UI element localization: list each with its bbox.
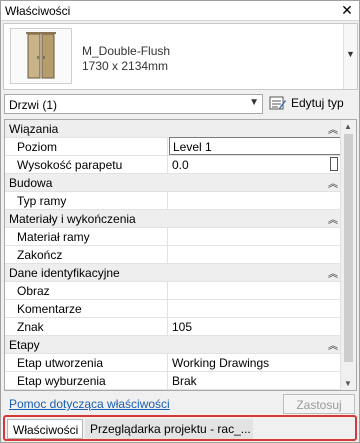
property-name: Etap wyburzenia [5, 372, 168, 389]
property-name: Typ ramy [5, 192, 168, 209]
instance-row: Drzwi (1) ▼ Edytuj typ [4, 94, 359, 116]
property-name: Znak [5, 318, 168, 335]
property-name: Zakończ [5, 246, 168, 263]
group-label: Wiązania [9, 122, 59, 136]
property-row-etap-utworzenia[interactable]: Etap utworzenia Working Drawings [5, 354, 341, 372]
group-header-materialy[interactable]: Materiały i wykończenia ︽ [5, 210, 341, 228]
tab-properties[interactable]: Właściwości [7, 419, 83, 439]
instance-filter-value: Drzwi (1) [9, 98, 57, 112]
value-edit-handle[interactable] [330, 157, 338, 171]
chevron-down-icon: ▼ [346, 49, 355, 59]
collapse-icon[interactable]: ︽ [328, 211, 338, 226]
property-name: Wysokość parapetu [5, 156, 168, 173]
type-family-name: M_Double-Flush [82, 44, 171, 58]
edit-type-icon [269, 96, 286, 110]
property-value-input[interactable]: Working Drawings [169, 354, 341, 371]
chevron-down-icon: ▼ [249, 97, 259, 108]
type-size: 1730 x 2134mm [82, 59, 169, 73]
collapse-icon[interactable]: ︽ [328, 337, 338, 352]
property-row-parapet[interactable]: Wysokość parapetu 0.0 [5, 156, 341, 174]
property-name: Materiał ramy [5, 228, 168, 245]
properties-grid: Wiązania ︽ Poziom Level 1 Wysokość parap… [4, 119, 357, 391]
property-row-typ-ramy[interactable]: Typ ramy [5, 192, 341, 210]
property-row-znak[interactable]: Znak 105 [5, 318, 341, 336]
scrollbar-thumb[interactable] [344, 134, 353, 362]
edit-type-label: Edytuj typ [291, 96, 344, 110]
palette-footer: Pomoc dotycząca właściwości Zastosuj [1, 393, 359, 414]
property-name: Obraz [5, 282, 168, 299]
property-row-zakoncz[interactable]: Zakończ [5, 246, 341, 264]
group-label: Budowa [9, 176, 53, 190]
group-header-etapy[interactable]: Etapy ︽ [5, 336, 341, 354]
property-value-input[interactable] [169, 192, 341, 209]
group-header-budowa[interactable]: Budowa ︽ [5, 174, 341, 192]
property-value-input[interactable] [169, 228, 341, 245]
tab-project-browser[interactable]: Przeglądarka projektu - rac_... [85, 419, 253, 439]
properties-help-link[interactable]: Pomoc dotycząca właściwości [9, 397, 170, 411]
type-selector-dropdown[interactable]: ▼ [343, 24, 357, 89]
property-row-material-ramy[interactable]: Materiał ramy [5, 228, 341, 246]
instance-filter-select[interactable]: Drzwi (1) ▼ [4, 94, 263, 114]
collapse-icon[interactable]: ︽ [328, 121, 338, 136]
collapse-icon[interactable]: ︽ [328, 265, 338, 280]
palette-titlebar: Właściwości ✕ [1, 1, 359, 21]
property-row-poziom[interactable]: Poziom Level 1 [5, 137, 341, 156]
close-icon[interactable]: ✕ [339, 2, 355, 18]
property-value-input[interactable]: Level 1 [169, 137, 341, 155]
group-label: Dane identyfikacyjne [9, 266, 120, 280]
apply-button[interactable]: Zastosuj [283, 394, 355, 414]
property-value-input[interactable] [169, 300, 341, 317]
scroll-up-icon[interactable]: ▲ [344, 122, 352, 131]
property-name: Komentarze [5, 300, 168, 317]
palette-tabbar: Właściwości Przeglądarka projektu - rac_… [3, 415, 357, 441]
door-thumbnail-icon [10, 28, 72, 84]
group-header-wiazania[interactable]: Wiązania ︽ [5, 120, 341, 138]
properties-palette: Właściwości ✕ M_Double-Flush 1730 x 2134… [0, 0, 360, 443]
properties-scrollbar[interactable]: ▲ ▼ [340, 120, 356, 390]
property-row-komentarze[interactable]: Komentarze [5, 300, 341, 318]
property-value-input[interactable]: 0.0 [169, 156, 341, 173]
property-value-input[interactable] [169, 246, 341, 263]
scroll-down-icon[interactable]: ▼ [344, 379, 352, 388]
type-selector[interactable]: M_Double-Flush 1730 x 2134mm ▼ [3, 23, 358, 90]
collapse-icon[interactable]: ︽ [328, 175, 338, 190]
group-label: Materiały i wykończenia [9, 212, 136, 226]
group-header-dane[interactable]: Dane identyfikacyjne ︽ [5, 264, 341, 282]
property-value-input[interactable] [169, 282, 341, 299]
palette-title: Właściwości [5, 4, 71, 18]
property-value-input[interactable]: 105 [169, 318, 341, 335]
property-row-obraz[interactable]: Obraz [5, 282, 341, 300]
property-name: Etap utworzenia [5, 354, 168, 371]
property-value-input[interactable]: Brak [169, 372, 341, 389]
property-row-etap-wyburzenia[interactable]: Etap wyburzenia Brak [5, 372, 341, 390]
group-label: Etapy [9, 338, 40, 352]
property-name: Poziom [5, 138, 168, 155]
